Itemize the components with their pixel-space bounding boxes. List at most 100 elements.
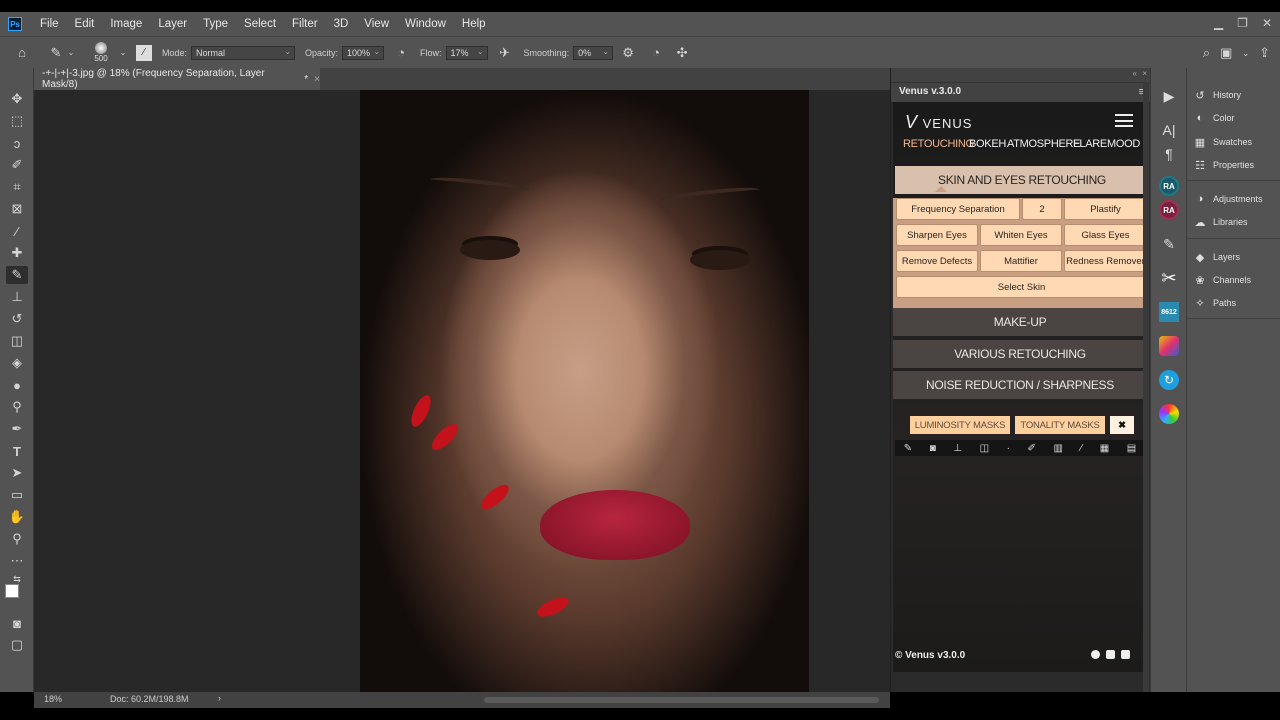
close-panel-icon[interactable]: × [1142,69,1147,78]
section-skin-eyes-retouching[interactable]: SKIN AND EYES RETOUCHING [895,166,1149,194]
blur-tool-icon[interactable]: ● [6,376,28,394]
menu-image[interactable]: Image [102,18,150,30]
move-tool-icon[interactable]: ✥ [6,90,28,108]
flow-input[interactable]: 17% ⌄ [445,45,488,60]
menu-help[interactable]: Help [454,18,494,30]
venus-scrollbar[interactable] [1143,82,1149,692]
actions-play-icon[interactable]: ▶ [1158,86,1180,106]
section-make-up[interactable]: MAKE-UP [893,308,1147,336]
venus-panel-title[interactable]: Venus v.3.0.0 [899,86,961,97]
globe-icon[interactable] [1091,650,1100,659]
status-menu-arrow[interactable]: › [218,693,221,703]
marquee-tool-icon[interactable]: ⬚ [6,112,28,130]
portrait-photo[interactable] [360,90,809,692]
share-icon[interactable]: ⇪ [1259,45,1270,61]
ra-panel-icon[interactable]: RA [1158,176,1180,196]
remove-defects-button[interactable]: Remove Defects [896,250,978,272]
menu-layer[interactable]: Layer [150,18,195,30]
section-various-retouching[interactable]: VARIOUS RETOUCHING [893,340,1147,368]
chevron-down-icon[interactable]: ⌄ [1242,45,1249,61]
document-tab[interactable]: -+-|-+|-3.jpg @ 18% (Frequency Separatio… [34,68,320,90]
redness-remover-button[interactable]: Redness Remover [1064,250,1147,272]
mask-icon[interactable]: ◙ [930,443,936,454]
eyedropper-icon[interactable]: ⁄ [1081,443,1083,454]
refresh-plugin-icon[interactable]: ↻ [1158,370,1180,390]
glass-eyes-button[interactable]: Glass Eyes [1064,224,1147,246]
nav-flare[interactable]: FLARE [1073,138,1107,150]
dot-icon[interactable]: · [1007,443,1010,454]
menu-edit[interactable]: Edit [67,18,103,30]
eyedropper-tool-icon[interactable]: ⁄ [6,222,28,240]
quick-mask-icon[interactable]: ◙ [6,614,28,632]
close-tab-icon[interactable]: × [314,74,320,85]
whiten-eyes-button[interactable]: Whiten Eyes [980,224,1062,246]
frequency-separation-2-button[interactable]: 2 [1022,198,1062,220]
history-panel-tab[interactable]: ↺ History [1193,86,1277,104]
pen-tool-icon[interactable]: ✒ [6,420,28,438]
frequency-separation-button[interactable]: Frequency Separation [896,198,1020,220]
smoothing-input[interactable]: 0% ⌄ [573,45,614,60]
chevron-down-icon[interactable]: ⌄ [66,48,76,57]
brush-icon[interactable]: ✎ [904,443,912,454]
badge-panel-icon[interactable]: 8612 [1158,302,1180,322]
menu-filter[interactable]: Filter [284,18,326,30]
brush-panel-icon[interactable]: ⁄ [136,44,152,61]
properties-panel-tab[interactable]: ☷ Properties [1193,156,1277,174]
nav-bokeh[interactable]: BOKEH [969,138,1006,150]
home-icon[interactable]: ⌂ [8,45,36,60]
zoom-tool-icon[interactable]: ⚲ [6,530,28,548]
menu-3d[interactable]: 3D [326,18,357,30]
adjustments-panel-tab[interactable]: ◑ Adjustments [1193,190,1277,208]
venus-scissors-icon[interactable]: ✂ [1158,268,1180,288]
plastify-button[interactable]: Plastify [1064,198,1147,220]
luminosity-masks-button[interactable]: LUMINOSITY MASKS [910,416,1010,434]
layers-panel-tab[interactable]: ◆ Layers [1193,248,1277,266]
dodge-tool-icon[interactable]: ⚲ [6,398,28,416]
airbrush-icon[interactable]: ✈ [494,45,516,61]
horizontal-scrollbar[interactable] [484,697,879,703]
type-tool-icon[interactable]: T [6,442,28,460]
nav-retouching[interactable]: RETOUCHING [903,138,974,150]
levels-icon[interactable]: ▤ [1127,443,1136,454]
gear-icon[interactable]: ⚙ [617,45,639,61]
path-select-tool-icon[interactable]: ➤ [6,464,28,482]
lasso-tool-icon[interactable]: ↄ [6,134,28,152]
comb-icon[interactable]: ▦ [1100,443,1109,454]
clone-stamp-tool-icon[interactable]: ⊥ [6,288,28,306]
opacity-input[interactable]: 100% ⌄ [342,45,385,60]
select-skin-button[interactable]: Select Skin [896,276,1147,298]
section-noise-reduction-sharpness[interactable]: NOISE REDUCTION / SHARPNESS [893,371,1147,399]
menu-type[interactable]: Type [195,18,236,30]
gradient-plugin-icon[interactable] [1158,336,1180,356]
mattifier-button[interactable]: Mattifier [980,250,1062,272]
character-icon[interactable]: A| [1158,120,1180,140]
channels-panel-tab[interactable]: ❀ Channels [1193,271,1277,289]
stamp-icon[interactable]: ⊥ [953,443,962,454]
nav-atmosphere[interactable]: ATMOSPHERE [1007,138,1081,150]
frame-tool-icon[interactable]: ⊠ [6,200,28,218]
eraser-icon[interactable]: ◫ [980,443,989,454]
mode-select[interactable]: Normal ⌄ [191,45,296,60]
menu-view[interactable]: View [356,18,397,30]
eraser-tool-icon[interactable]: ◫ [6,332,28,350]
healing-brush-tool-icon[interactable]: ✚ [6,244,28,262]
paths-panel-tab[interactable]: ⟡ Paths [1193,294,1277,312]
minimize-icon[interactable]: ▁ [1214,16,1223,30]
edit-panel-icon[interactable]: ✎ [1158,234,1180,254]
close-masks-button[interactable]: ✖ [1110,416,1134,434]
color-wheel-plugin-icon[interactable] [1158,404,1180,424]
tonality-masks-button[interactable]: TONALITY MASKS [1015,416,1105,434]
ra-panel-icon[interactable]: RA [1158,200,1180,220]
hand-tool-icon[interactable]: ✋ [6,508,28,526]
pressure-opacity-icon[interactable]: ◔ [390,45,412,60]
canvas-area[interactable] [34,90,890,692]
menu-file[interactable]: File [32,18,67,30]
paragraph-icon[interactable]: ¶ [1158,144,1180,164]
libraries-panel-tab[interactable]: ☁ Libraries [1193,213,1277,231]
chevron-down-icon[interactable]: ⌄ [116,48,130,57]
pressure-size-icon[interactable]: ◔ [645,45,667,60]
search-icon[interactable]: ⌕ [1203,45,1210,61]
crop-tool-icon[interactable]: ⌗ [6,178,28,196]
restore-icon[interactable]: ❐ [1237,16,1248,30]
menu-select[interactable]: Select [236,18,284,30]
